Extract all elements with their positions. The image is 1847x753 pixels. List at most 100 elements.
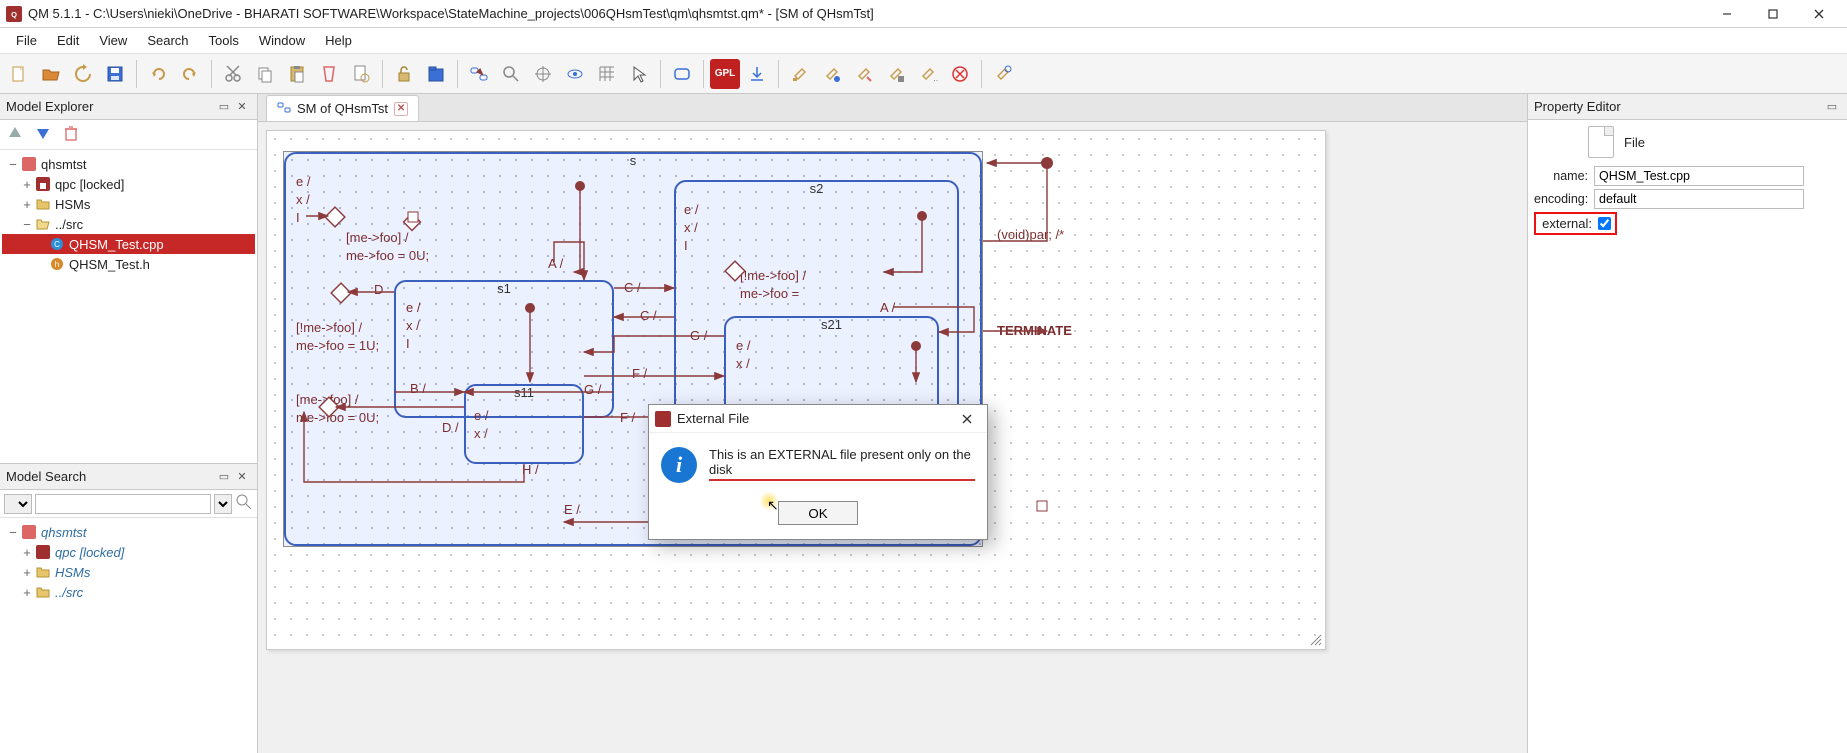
birdseye-icon[interactable] bbox=[560, 59, 590, 89]
h-file-icon: h bbox=[48, 256, 66, 272]
svg-text:…: … bbox=[933, 74, 938, 83]
canvas-resize-handle[interactable] bbox=[1309, 633, 1323, 647]
text: me->foo = 0U; bbox=[296, 410, 379, 425]
diagram-canvas[interactable]: s e / x / I [me->foo] / me->foo = 0U; s1… bbox=[266, 130, 1326, 650]
prop-external-label: external: bbox=[1540, 216, 1592, 231]
state-tool-icon[interactable] bbox=[667, 59, 697, 89]
package-lock-icon bbox=[34, 176, 52, 192]
copy-icon[interactable] bbox=[250, 59, 280, 89]
gpl-icon[interactable]: GPL bbox=[710, 59, 740, 89]
cancel-build-icon[interactable] bbox=[945, 59, 975, 89]
prop-external-highlight: external: bbox=[1534, 212, 1617, 235]
new-model-icon[interactable] bbox=[4, 59, 34, 89]
build-icon[interactable] bbox=[785, 59, 815, 89]
tab-icon bbox=[277, 100, 291, 117]
move-up-icon[interactable] bbox=[6, 124, 24, 145]
text: e / bbox=[406, 300, 420, 315]
text: H / bbox=[522, 462, 539, 477]
text: [!me->foo] / bbox=[296, 320, 362, 335]
tree-label: QHSM_Test.h bbox=[69, 257, 150, 272]
explorer-tree[interactable]: − qhsmtst + qpc [locked] + HSMs − ../src… bbox=[0, 150, 257, 463]
search-row-qpc[interactable]: + qpc [locked] bbox=[2, 542, 255, 562]
tree-item-h[interactable]: h QHSM_Test.h bbox=[2, 254, 255, 274]
close-button[interactable] bbox=[1797, 3, 1841, 25]
minimize-button[interactable] bbox=[1705, 3, 1749, 25]
tree-item-hsms[interactable]: + HSMs bbox=[2, 194, 255, 214]
tree-root[interactable]: − qhsmtst bbox=[2, 154, 255, 174]
file-icon bbox=[1588, 126, 1614, 158]
folder-open-icon bbox=[34, 216, 52, 232]
text: E / bbox=[564, 502, 580, 517]
tree-item-qpc[interactable]: + qpc [locked] bbox=[2, 174, 255, 194]
tab-sm[interactable]: SM of QHsmTst ✕ bbox=[266, 95, 419, 121]
menu-edit[interactable]: Edit bbox=[47, 30, 89, 51]
search-row-root[interactable]: − qhsmtst bbox=[2, 522, 255, 542]
open-icon[interactable] bbox=[36, 59, 66, 89]
prop-external-checkbox[interactable] bbox=[1598, 217, 1611, 230]
grid-icon[interactable] bbox=[592, 59, 622, 89]
build5-icon[interactable]: … bbox=[913, 59, 943, 89]
prop-name-input[interactable] bbox=[1594, 166, 1804, 186]
delete-icon[interactable] bbox=[62, 124, 80, 145]
text: [me->foo] / bbox=[346, 230, 409, 245]
file-type-label: File bbox=[1624, 135, 1645, 150]
cut-icon[interactable] bbox=[218, 59, 248, 89]
prop-encoding-input[interactable] bbox=[1594, 189, 1804, 209]
redo-icon[interactable] bbox=[175, 59, 205, 89]
build2-icon[interactable] bbox=[817, 59, 847, 89]
menu-help[interactable]: Help bbox=[315, 30, 362, 51]
download-icon[interactable] bbox=[742, 59, 772, 89]
paste-icon[interactable] bbox=[282, 59, 312, 89]
pointer-icon[interactable] bbox=[624, 59, 654, 89]
explorer-close-icon[interactable]: ✕ bbox=[233, 98, 251, 116]
search-input[interactable] bbox=[35, 494, 211, 514]
menu-view[interactable]: View bbox=[89, 30, 137, 51]
tab-close-icon[interactable]: ✕ bbox=[394, 102, 408, 116]
main-toolbar: GPL … bbox=[0, 54, 1847, 94]
doc-settings-icon[interactable] bbox=[346, 59, 376, 89]
menu-search[interactable]: Search bbox=[137, 30, 198, 51]
search-label: HSMs bbox=[55, 565, 90, 580]
zoom-icon[interactable] bbox=[496, 59, 526, 89]
search-go-icon[interactable] bbox=[235, 493, 253, 514]
prop-encoding-label: encoding: bbox=[1534, 192, 1594, 206]
save-icon[interactable] bbox=[100, 59, 130, 89]
maximize-button[interactable] bbox=[1751, 3, 1795, 25]
tree-label: qpc [locked] bbox=[55, 177, 124, 192]
search-close-icon[interactable]: ✕ bbox=[233, 468, 251, 486]
text: F / bbox=[620, 410, 635, 425]
move-down-icon[interactable] bbox=[34, 124, 52, 145]
state-s21-label: s21 bbox=[815, 316, 848, 333]
search-row-hsms[interactable]: + HSMs bbox=[2, 562, 255, 582]
tree-root-label: qhsmtst bbox=[41, 157, 87, 172]
text: C / bbox=[640, 308, 657, 323]
search-history-select[interactable] bbox=[214, 494, 232, 514]
build4-icon[interactable] bbox=[881, 59, 911, 89]
tool-config-icon[interactable] bbox=[988, 59, 1018, 89]
tree-item-src[interactable]: − ../src bbox=[2, 214, 255, 234]
explorer-pin-icon[interactable]: ▭ bbox=[215, 98, 233, 116]
menu-file[interactable]: File bbox=[6, 30, 47, 51]
dialog-ok-button[interactable]: OK bbox=[778, 501, 858, 525]
package-icon[interactable] bbox=[421, 59, 451, 89]
diagram-canvas-wrap[interactable]: s e / x / I [me->foo] / me->foo = 0U; s1… bbox=[258, 122, 1527, 753]
search-pin-icon[interactable]: ▭ bbox=[215, 468, 233, 486]
search-scope-select[interactable] bbox=[4, 494, 32, 514]
menu-tools[interactable]: Tools bbox=[199, 30, 249, 51]
dialog-close-icon[interactable] bbox=[953, 407, 981, 431]
tree-item-cpp[interactable]: C QHSM_Test.cpp bbox=[2, 234, 255, 254]
search-results[interactable]: − qhsmtst + qpc [locked] + HSMs + bbox=[0, 518, 257, 753]
zoom-fit-icon[interactable] bbox=[528, 59, 558, 89]
search-row-src[interactable]: + ../src bbox=[2, 582, 255, 602]
menu-window[interactable]: Window bbox=[249, 30, 315, 51]
statechart-tool-icon[interactable] bbox=[464, 59, 494, 89]
unlock-icon[interactable] bbox=[389, 59, 419, 89]
build3-icon[interactable] bbox=[849, 59, 879, 89]
clean-icon[interactable] bbox=[314, 59, 344, 89]
undo-icon[interactable] bbox=[143, 59, 173, 89]
text: D / bbox=[442, 420, 459, 435]
editor-tabbar: SM of QHsmTst ✕ bbox=[258, 94, 1527, 122]
text: x / bbox=[474, 426, 488, 441]
property-pin-icon[interactable]: ▭ bbox=[1823, 98, 1841, 116]
refresh-icon[interactable] bbox=[68, 59, 98, 89]
